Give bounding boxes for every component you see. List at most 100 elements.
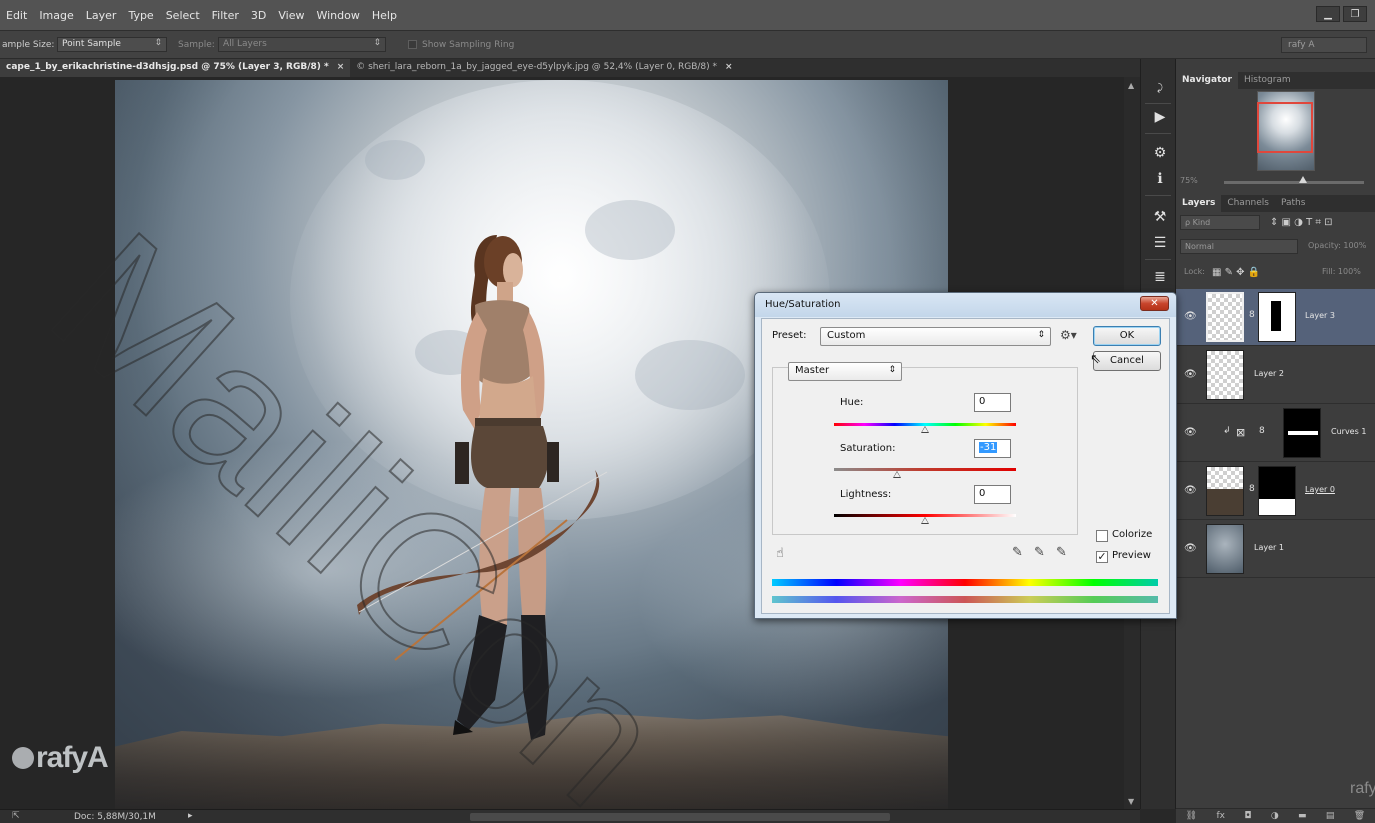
menu-select[interactable]: Select (166, 9, 200, 22)
history-icon[interactable]: ⤸ (1151, 81, 1169, 97)
layer-name[interactable]: Layer 1 (1254, 543, 1284, 552)
menu-view[interactable]: View (278, 9, 304, 22)
workspace-switcher[interactable]: rafy A (1281, 37, 1367, 53)
menu-filter[interactable]: Filter (212, 9, 239, 22)
layer-filter-select[interactable]: ρ Kind (1180, 215, 1260, 230)
mask-thumbnail[interactable] (1283, 408, 1321, 458)
preset-options-gear-icon[interactable]: ⚙▾ (1060, 328, 1077, 342)
new-group-icon[interactable]: ▬ (1298, 811, 1307, 821)
layer-thumbnail[interactable] (1206, 350, 1244, 400)
status-menu-arrow-icon[interactable]: ▸ (188, 811, 193, 821)
zoom-slider-knob[interactable] (1299, 176, 1307, 183)
preview-checkbox[interactable]: ✓ (1096, 551, 1108, 563)
properties-icon[interactable]: ⚙ (1151, 145, 1169, 161)
tab-layers[interactable]: Layers (1176, 195, 1222, 212)
layer-row[interactable]: 👁 8 Layer 0 (1176, 463, 1375, 520)
saturation-slider-track[interactable] (834, 468, 1016, 471)
trash-icon[interactable]: 🗑 (1354, 811, 1365, 821)
tab-document-1[interactable]: cape_1_by_erikachristine-d3dhsjg.psd @ 7… (0, 59, 351, 77)
layer-name[interactable]: Layer 0 (1305, 485, 1335, 494)
layer-name[interactable]: Curves 1 (1331, 427, 1366, 436)
layer-thumbnail[interactable] (1206, 466, 1244, 516)
link-icon[interactable]: 8 (1249, 310, 1255, 320)
link-layers-icon[interactable]: ⛓ (1186, 811, 1197, 821)
adjustment-layer-icon[interactable]: ◑ (1271, 811, 1279, 821)
menu-image[interactable]: Image (39, 9, 73, 22)
sample-select[interactable]: All Layers ⇕ (218, 37, 386, 52)
channel-select[interactable]: Master ⇕ (788, 362, 902, 381)
hue-slider-knob[interactable] (921, 426, 929, 433)
tab-paths[interactable]: Paths (1275, 195, 1311, 212)
menu-help[interactable]: Help (372, 9, 397, 22)
brush-presets-icon[interactable]: ⚒ (1151, 209, 1169, 225)
targeted-adjustment-hand-icon[interactable]: ☝ (776, 546, 784, 561)
lightness-slider-knob[interactable] (921, 517, 929, 524)
visibility-eye-icon[interactable]: 👁 (1184, 427, 1197, 438)
layer-row[interactable]: 👁 Layer 1 (1176, 521, 1375, 578)
opacity-field[interactable]: Opacity: 100% (1304, 239, 1372, 254)
add-mask-icon[interactable]: ◘ (1244, 811, 1251, 821)
tab-document-2[interactable]: © sheri_lara_reborn_1a_by_jagged_eye-d5y… (350, 59, 738, 77)
visibility-eye-icon[interactable]: 👁 (1184, 311, 1197, 322)
fx-icon[interactable]: fx (1216, 811, 1225, 821)
layer-row[interactable]: 👁 Layer 2 (1176, 347, 1375, 404)
tab-histogram[interactable]: Histogram (1238, 72, 1297, 89)
mask-thumbnail[interactable] (1258, 292, 1296, 342)
close-icon[interactable]: × (337, 62, 345, 72)
layer-thumbnail[interactable] (1206, 292, 1244, 342)
navigator-zoom[interactable]: 75% (1180, 176, 1198, 185)
menu-type[interactable]: Type (128, 9, 153, 22)
scroll-up-icon[interactable]: ▲ (1128, 81, 1134, 90)
info-icon[interactable]: ℹ (1151, 171, 1169, 187)
mask-thumbnail[interactable] (1258, 466, 1296, 516)
cancel-button[interactable]: Cancel (1093, 351, 1161, 371)
close-button[interactable]: ✕ (1140, 296, 1169, 311)
minimize-icon[interactable]: ▁ (1316, 6, 1340, 22)
menu-window[interactable]: Window (316, 9, 359, 22)
layer-name[interactable]: Layer 2 (1254, 369, 1284, 378)
curves-adjustment-icon[interactable]: ⊠ (1236, 426, 1245, 439)
layer-name[interactable]: Layer 3 (1305, 311, 1335, 320)
close-icon[interactable]: × (725, 62, 733, 72)
blend-mode-select[interactable]: Normal (1180, 239, 1298, 254)
play-actions-icon[interactable]: ▶ (1151, 109, 1169, 125)
dialog-titlebar[interactable]: Hue/Saturation ✕ (755, 293, 1176, 317)
preset-select[interactable]: Custom ⇕ (820, 327, 1051, 346)
layer-row[interactable]: 👁 ↲ ⊠ 8 Curves 1 (1176, 405, 1375, 462)
menu-edit[interactable]: Edit (6, 9, 27, 22)
horizontal-scrollbar[interactable] (470, 813, 890, 821)
fill-field[interactable]: Fill: 100% (1318, 265, 1372, 280)
visibility-eye-icon[interactable]: 👁 (1184, 485, 1197, 496)
navigator-view-box[interactable] (1257, 102, 1313, 153)
saturation-slider-knob[interactable] (892, 471, 901, 478)
menu-3d[interactable]: 3D (251, 9, 266, 22)
lock-icons[interactable]: ▦ ✎ ✥ 🔒 (1208, 265, 1278, 280)
menu-layer[interactable]: Layer (86, 9, 117, 22)
saturation-input[interactable]: -31 (974, 439, 1011, 458)
ok-button[interactable]: OK (1093, 326, 1161, 346)
visibility-eye-icon[interactable]: 👁 (1184, 369, 1197, 380)
link-icon[interactable]: 8 (1259, 426, 1265, 436)
hue-input[interactable]: 0 (974, 393, 1011, 412)
layer-row[interactable]: 👁 8 Layer 3 (1176, 289, 1375, 346)
link-icon[interactable]: 8 (1249, 484, 1255, 494)
restore-icon[interactable]: ❐ (1343, 6, 1367, 22)
navigator-zoom-slider[interactable] (1224, 181, 1364, 184)
sample-size-select[interactable]: Point Sample ⇕ (57, 37, 167, 52)
eyedropper-icon[interactable]: ✎ (1012, 545, 1023, 560)
export-icon[interactable]: ⇱ (12, 811, 20, 821)
tab-navigator[interactable]: Navigator (1176, 72, 1238, 89)
eyedropper-plus-icon[interactable]: ✎ (1034, 545, 1045, 560)
colorize-checkbox[interactable] (1096, 530, 1108, 542)
brush-settings-icon[interactable]: ☰ (1151, 235, 1169, 251)
lightness-input[interactable]: 0 (974, 485, 1011, 504)
new-layer-icon[interactable]: ▤ (1326, 811, 1335, 821)
scroll-down-icon[interactable]: ▼ (1128, 797, 1134, 806)
tab-channels[interactable]: Channels (1221, 195, 1275, 212)
layer-thumbnail[interactable] (1206, 524, 1244, 574)
layer-comps-icon[interactable]: ≣ (1151, 269, 1169, 285)
visibility-eye-icon[interactable]: 👁 (1184, 543, 1197, 554)
show-sampling-ring-checkbox[interactable] (408, 40, 417, 49)
layer-filter-icons[interactable]: ⇕ ▣ ◑ T ⌗ ⊡ (1266, 215, 1371, 230)
eyedropper-minus-icon[interactable]: ✎ (1056, 545, 1067, 560)
